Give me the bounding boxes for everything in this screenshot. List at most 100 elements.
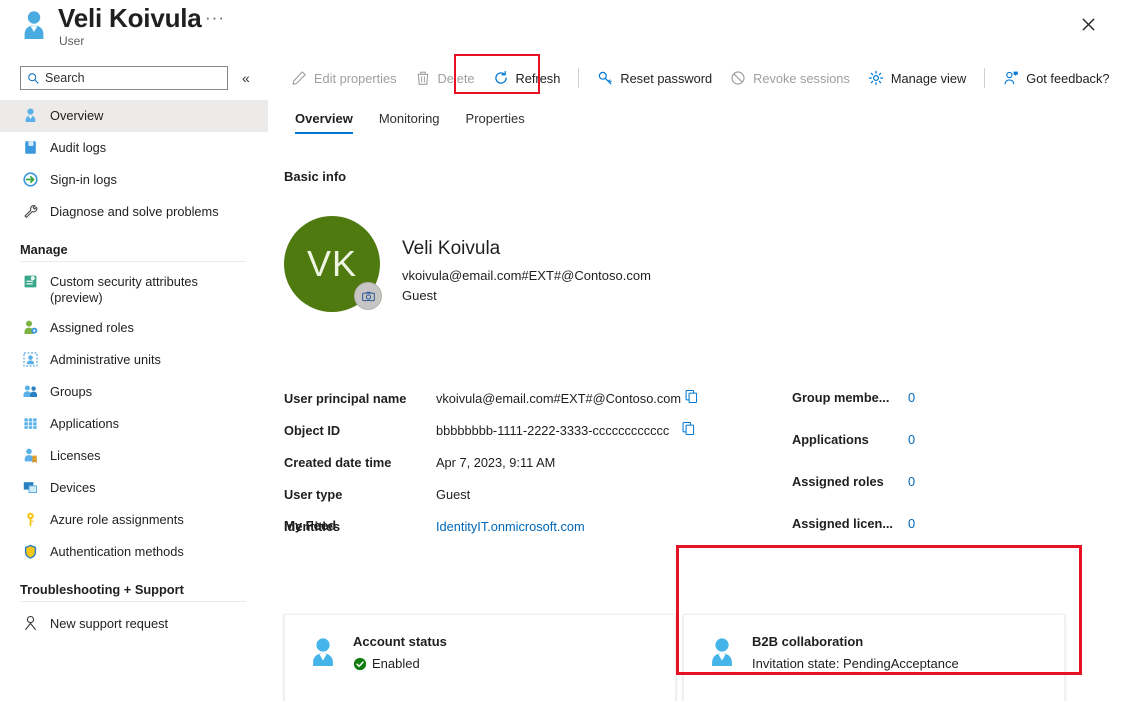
stat-value[interactable]: 0 — [908, 516, 915, 531]
profile-avatar: VK — [284, 216, 380, 312]
sidebar-item-label: Audit logs — [50, 132, 106, 164]
reset-password-button[interactable]: Reset password — [588, 64, 721, 92]
toolbar-label: Got feedback? — [1026, 71, 1109, 86]
key-icon — [22, 511, 39, 528]
page-title: Veli Koivula — [58, 3, 202, 34]
shield-icon — [22, 543, 39, 560]
properties-list: User principal name vkoivula@email.com#E… — [284, 388, 704, 548]
search-input[interactable]: Search — [20, 66, 228, 90]
more-options-button[interactable]: ··· — [205, 12, 225, 24]
property-label: Created date time — [284, 455, 391, 470]
command-toolbar: Edit properties Delete — [268, 58, 1121, 98]
assigned-roles-icon — [22, 319, 39, 336]
property-label: User type — [284, 487, 342, 502]
card-invitation-state: Invitation state: PendingAcceptance — [752, 656, 959, 671]
tab-bar: Overview Monitoring Properties — [282, 98, 538, 134]
profile-upn: vkoivula@email.com#EXT#@Contoso.com — [402, 268, 651, 283]
basic-info-heading: Basic info — [284, 169, 346, 184]
stat-label: Assigned roles — [792, 474, 884, 489]
close-icon[interactable] — [1073, 9, 1103, 39]
stat-label: Assigned licen... — [792, 516, 893, 531]
revoke-sessions-button[interactable]: Revoke sessions — [721, 64, 859, 92]
key-icon — [597, 70, 613, 86]
edit-properties-button[interactable]: Edit properties — [282, 64, 406, 92]
sidebar-item-devices[interactable]: Devices — [0, 472, 268, 504]
sidebar-item-groups[interactable]: Groups — [0, 376, 268, 408]
sidebar-search-row: Search « — [20, 66, 260, 92]
azure-user-overview-page: Veli Koivula ··· User Search « — [0, 0, 1121, 701]
page-subtitle: User — [59, 34, 84, 48]
trash-icon — [415, 70, 431, 86]
sidebar-item-label: Groups — [50, 376, 92, 408]
sidebar-item-audit-logs[interactable]: Audit logs — [0, 132, 268, 164]
sidebar-item-custom-security-attributes[interactable]: Custom security attributes (preview) — [0, 268, 268, 312]
stat-value[interactable]: 0 — [908, 432, 915, 447]
property-row: User principal name vkoivula@email.com#E… — [284, 388, 704, 420]
search-placeholder: Search — [45, 71, 85, 85]
sidebar-item-licenses[interactable]: Licenses — [0, 440, 268, 472]
book-icon — [22, 139, 39, 156]
tab-properties[interactable]: Properties — [453, 111, 538, 134]
divider — [20, 261, 246, 262]
tab-monitoring[interactable]: Monitoring — [366, 111, 453, 134]
copy-icon[interactable] — [681, 421, 696, 436]
divider — [578, 68, 579, 88]
user-card-icon — [704, 635, 740, 671]
manage-view-button[interactable]: Manage view — [859, 64, 975, 92]
sidebar-item-applications[interactable]: Applications — [0, 408, 268, 440]
sidebar-item-label: Overview — [50, 100, 103, 132]
sidebar: Search « Overview — [0, 58, 268, 701]
delete-button[interactable]: Delete — [406, 64, 484, 92]
applications-grid-icon — [22, 415, 39, 432]
tab-overview[interactable]: Overview — [282, 111, 366, 134]
property-value: Guest — [436, 487, 470, 502]
refresh-button[interactable]: Refresh — [484, 64, 570, 92]
sidebar-item-label: New support request — [50, 608, 168, 640]
property-row: Object ID bbbbbbbb-1111-2222-3333-cccccc… — [284, 420, 704, 452]
sidebar-group-troubleshooting: Troubleshooting + Support — [0, 568, 268, 601]
feedback-icon — [1003, 70, 1019, 86]
camera-icon[interactable] — [354, 282, 382, 310]
card-title: Account status — [353, 634, 447, 649]
sidebar-item-authentication-methods[interactable]: Authentication methods — [0, 536, 268, 568]
property-value: Apr 7, 2023, 9:11 AM — [436, 455, 555, 470]
stat-row: Group membe... 0 — [792, 388, 972, 430]
devices-icon — [22, 479, 39, 496]
sidebar-item-label: Licenses — [50, 440, 101, 472]
toolbar-label: Refresh — [516, 71, 561, 86]
sidebar-item-azure-role-assignments[interactable]: Azure role assignments — [0, 504, 268, 536]
property-value: vkoivula@email.com#EXT#@Contoso.com — [436, 391, 681, 406]
toolbar-label: Revoke sessions — [753, 71, 850, 86]
stats-list: Group membe... 0 Applications 0 Assigned… — [792, 388, 972, 556]
revoke-icon — [730, 70, 746, 86]
administrative-units-icon — [22, 351, 39, 368]
stat-label: Applications — [792, 432, 869, 447]
copy-icon[interactable] — [684, 389, 699, 404]
sidebar-item-label: Sign-in logs — [50, 164, 117, 196]
sidebar-item-administrative-units[interactable]: Administrative units — [0, 344, 268, 376]
property-row: Identities IdentityIT.onmicrosoft.com — [284, 516, 704, 548]
stat-value[interactable]: 0 — [908, 390, 915, 405]
collapse-sidebar-button[interactable]: « — [242, 68, 250, 88]
sidebar-item-overview[interactable]: Overview — [0, 100, 268, 132]
property-row: User type Guest — [284, 484, 704, 516]
property-label: Object ID — [284, 423, 340, 438]
divider — [984, 68, 985, 88]
toolbar-label: Manage view — [891, 71, 966, 86]
got-feedback-button[interactable]: Got feedback? — [994, 64, 1118, 92]
sidebar-item-assigned-roles[interactable]: Assigned roles — [0, 312, 268, 344]
property-value-link[interactable]: IdentityIT.onmicrosoft.com — [436, 519, 585, 534]
sidebar-item-label: Authentication methods — [50, 536, 184, 568]
refresh-icon — [493, 70, 509, 86]
stat-value[interactable]: 0 — [908, 474, 915, 489]
sidebar-item-label: Custom security attributes (preview) — [50, 274, 198, 306]
sidebar-item-label: Azure role assignments — [50, 504, 184, 536]
licenses-icon — [22, 447, 39, 464]
sidebar-item-diagnose-and-solve-problems[interactable]: Diagnose and solve problems — [0, 196, 268, 228]
sidebar-item-sign-in-logs[interactable]: Sign-in logs — [0, 164, 268, 196]
sidebar-item-new-support-request[interactable]: New support request — [0, 608, 268, 640]
toolbar-label: Reset password — [620, 71, 712, 86]
check-circle-icon — [353, 657, 367, 671]
page-header: Veli Koivula ··· User — [0, 0, 1121, 56]
wrench-icon — [22, 203, 39, 220]
